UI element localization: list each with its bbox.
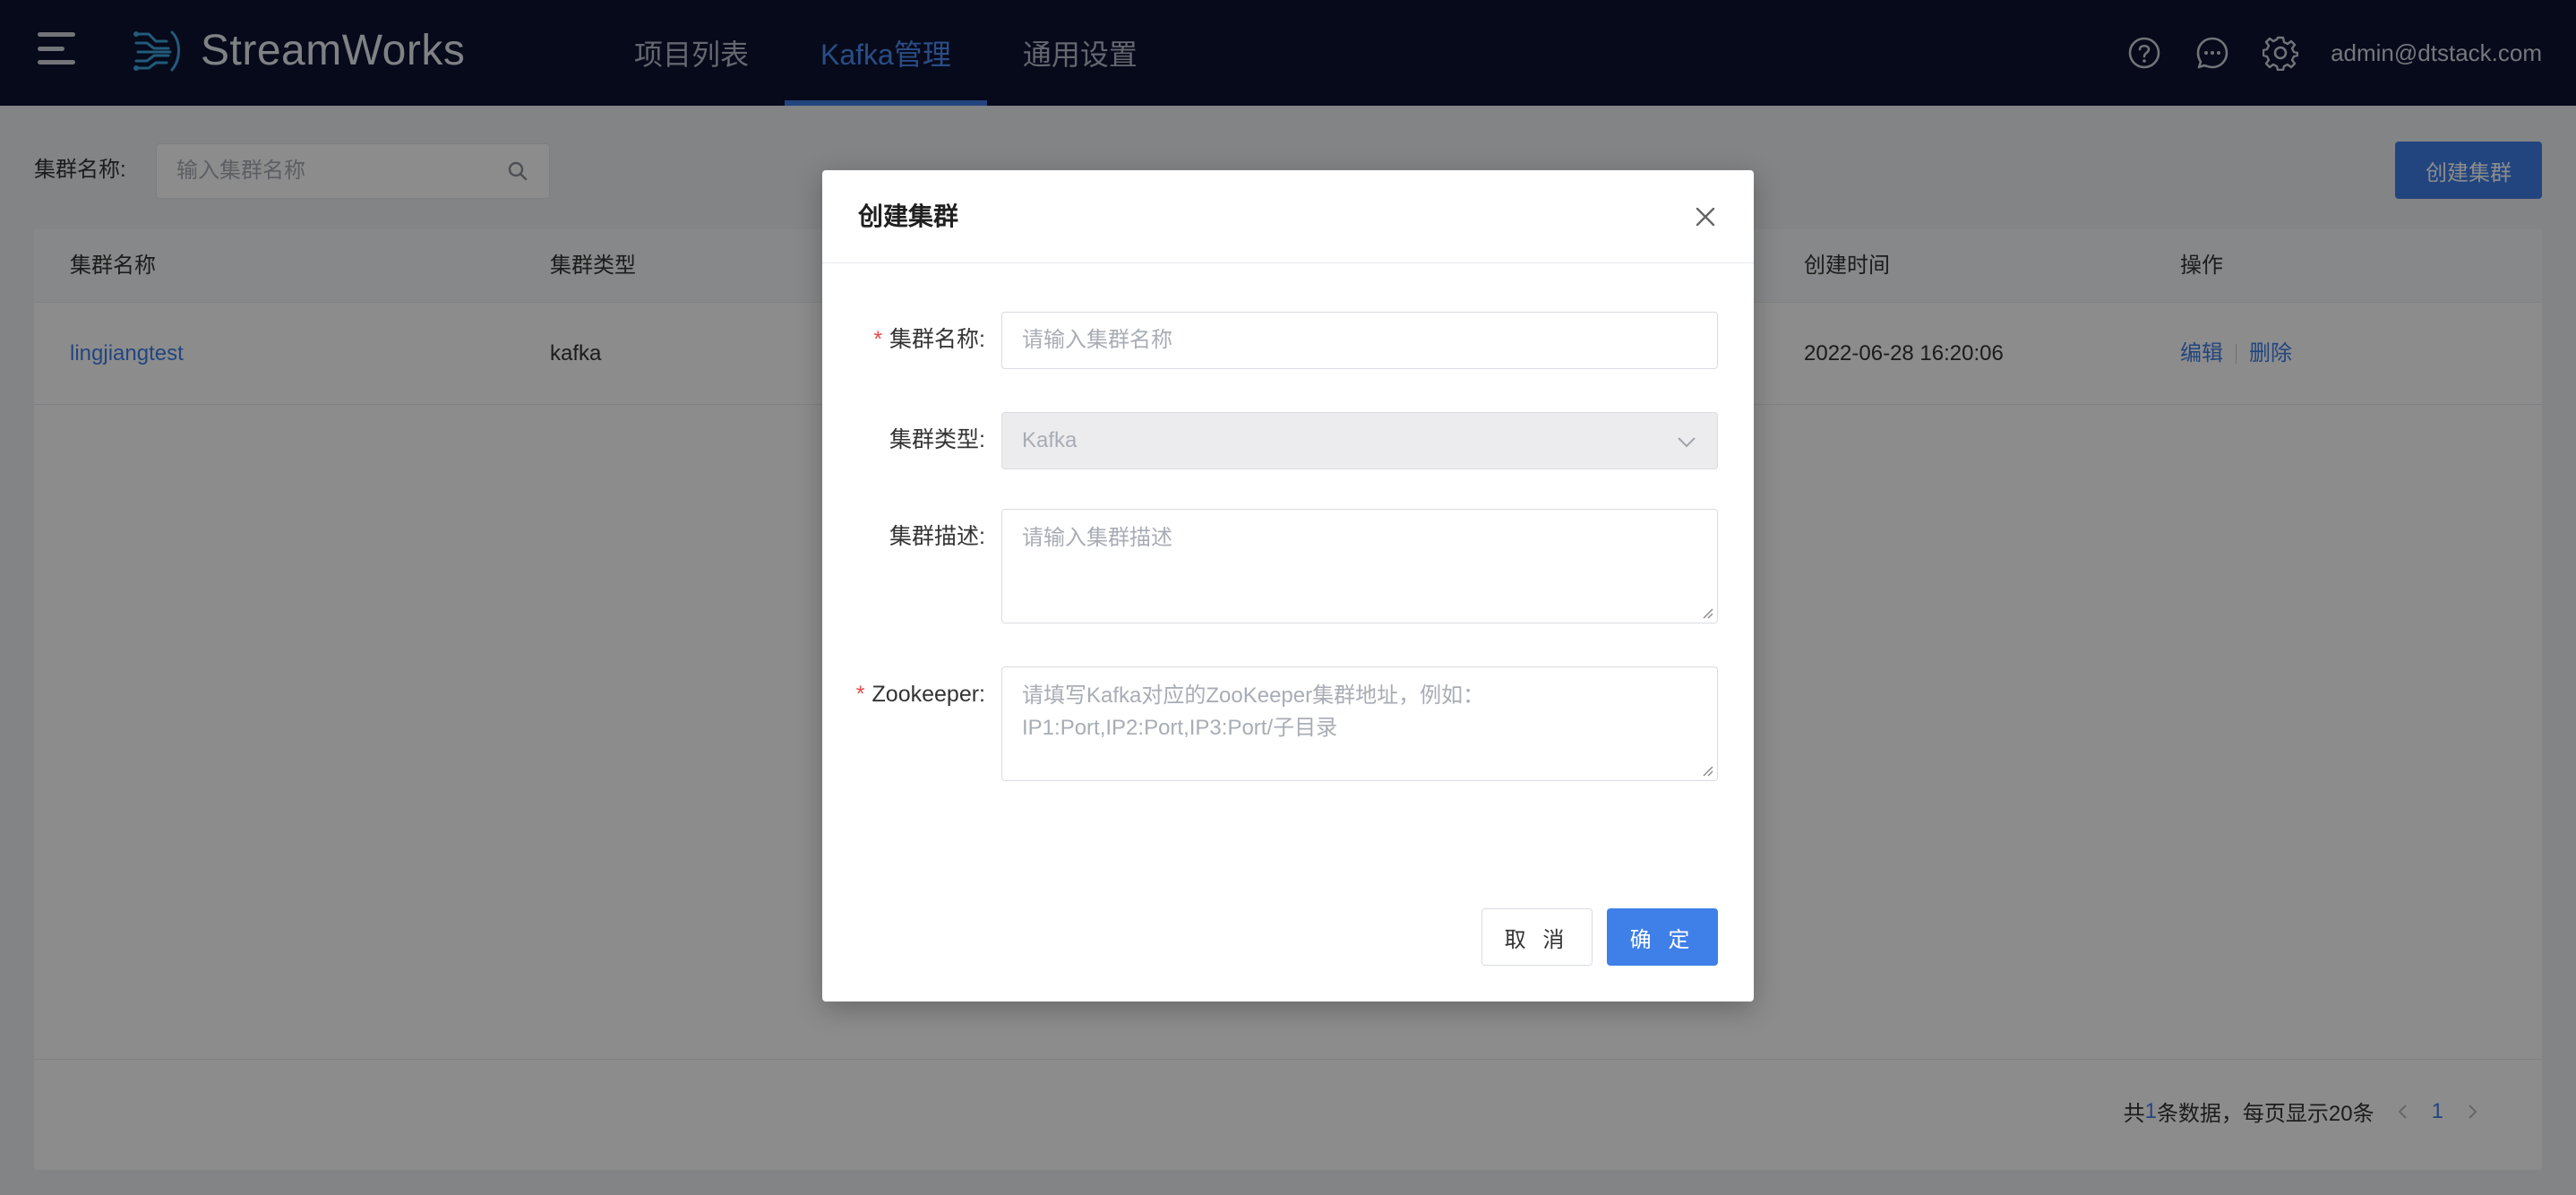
zookeeper-textarea[interactable] [1002, 667, 1717, 780]
cancel-button[interactable]: 取 消 [1481, 908, 1593, 966]
cluster-type-value: Kafka [1022, 428, 1078, 452]
create-cluster-modal: 创建集群 *集群名称: 集群类型: Kafka 集群描述: *Zookeeper… [822, 170, 1754, 1002]
cluster-name-field-box [1001, 312, 1718, 369]
modal-footer: 取 消 确 定 [1481, 908, 1718, 966]
close-icon[interactable] [1693, 204, 1718, 229]
cluster-type-label: 集群类型: [889, 427, 985, 452]
resize-handle-icon[interactable] [1700, 763, 1714, 778]
chevron-down-icon [1678, 437, 1696, 448]
modal-title: 创建集群 [858, 202, 959, 230]
resize-handle-icon[interactable] [1700, 606, 1714, 620]
required-mark: * [873, 327, 883, 352]
modal-mask-top [0, 0, 2576, 106]
cluster-name-input[interactable] [1002, 313, 1717, 368]
zookeeper-field-box [1001, 666, 1718, 781]
cluster-desc-label: 集群描述: [889, 524, 985, 549]
modal-header: 创建集群 [822, 170, 1754, 263]
cluster-desc-field-box [1001, 509, 1718, 623]
confirm-button[interactable]: 确 定 [1607, 908, 1718, 966]
zookeeper-label: * Zookeeper: [855, 682, 985, 707]
cluster-desc-textarea[interactable] [1002, 510, 1717, 623]
required-mark: * [855, 682, 865, 707]
cluster-type-select[interactable]: Kafka [1001, 412, 1718, 469]
cluster-name-label: * 集群名称: [873, 327, 985, 352]
